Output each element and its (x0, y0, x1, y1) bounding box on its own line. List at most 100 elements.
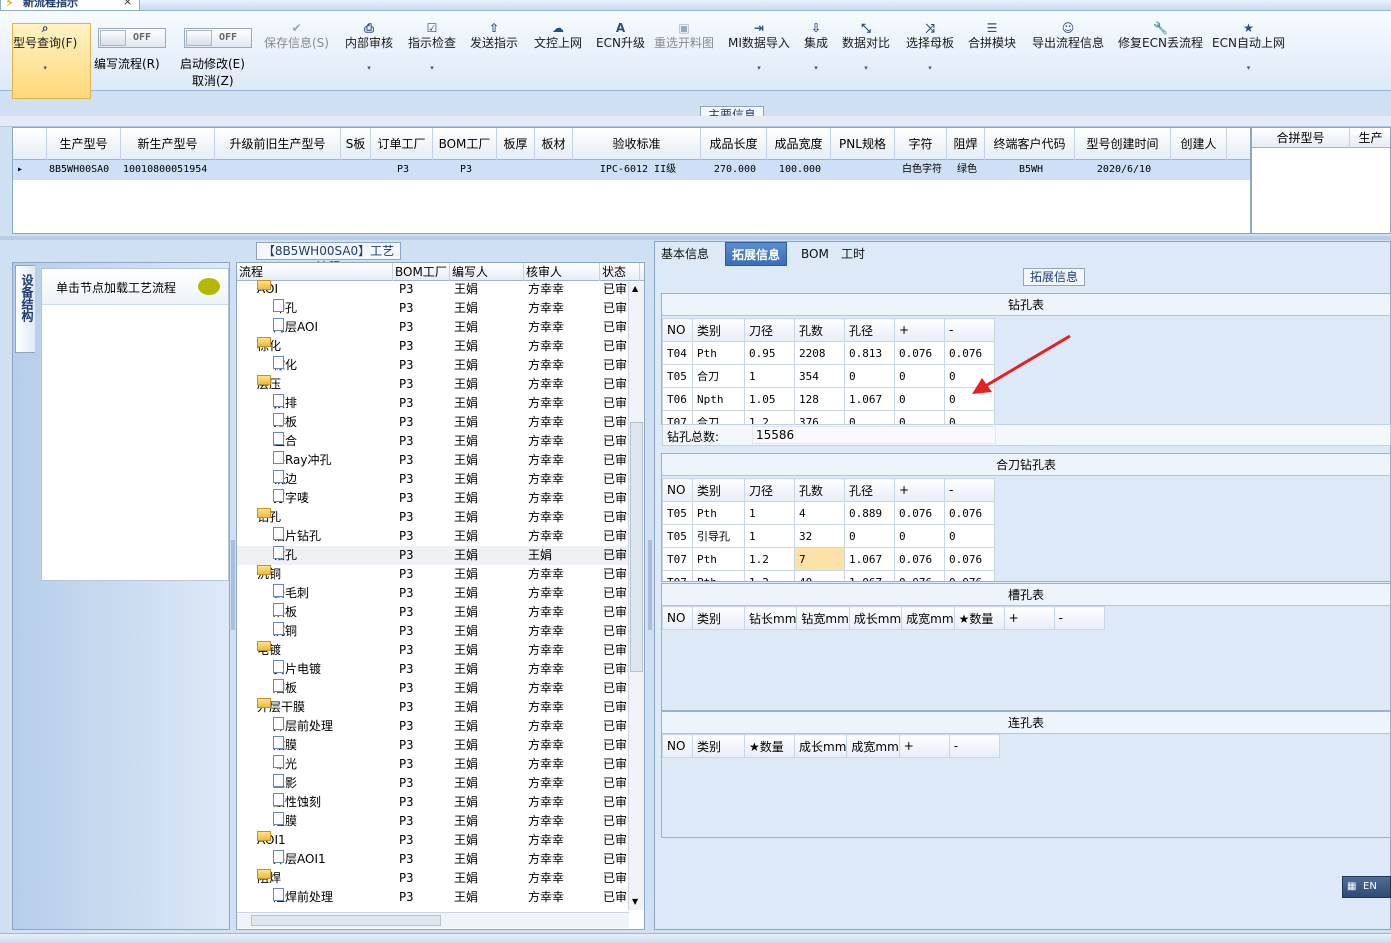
column-header[interactable]: NO (662, 606, 693, 630)
table-cell[interactable]: 0.076 (944, 501, 995, 525)
tree-node[interactable]: −钻孔 (257, 508, 391, 527)
toolbar-button[interactable]: ☑ 指示检查 ▾ (408, 21, 456, 72)
tree-node[interactable]: 外层AOI1 (273, 850, 391, 869)
tree-node[interactable]: −棕化 (257, 337, 391, 356)
table-cell[interactable]: 1.067 (844, 547, 895, 571)
tree-row[interactable]: −层压P3王娟方幸幸已审 (237, 375, 629, 394)
tree-node[interactable]: 烘板 (273, 603, 391, 622)
tree-node[interactable]: 钻孔 (273, 546, 391, 565)
tree-node[interactable]: 排板 (273, 413, 391, 432)
table-row[interactable]: T07 Pth 1.2 40 1.067 0.076 0.076 (662, 570, 995, 581)
table-row[interactable]: ▸ 8B5WH00SA0 10010800051954 P3 P3 IPC-6012 II… (13, 160, 1250, 180)
tree-node[interactable]: 沉铜 (273, 622, 391, 641)
tree-horizontal-scrollbar[interactable] (237, 912, 629, 928)
toolbar-button[interactable]: A ECN升级 (596, 21, 645, 50)
table-row[interactable]: T04 Pth 0.95 2208 0.813 0.076 0.076 (662, 341, 995, 365)
tree-row[interactable]: −沉铜P3王娟方幸幸已审 (237, 565, 629, 584)
tree-node[interactable]: −AOI (257, 280, 391, 299)
tree-row[interactable]: 预排 P3 王娟 方幸幸 已审 (237, 394, 629, 413)
table-cell[interactable]: 0 (844, 410, 895, 424)
tree-row[interactable]: −AOIP3王娟方幸幸已审 (237, 280, 629, 299)
column-header[interactable]: 钻宽mm (796, 606, 850, 630)
tree-column-header[interactable]: BOM工厂 (393, 263, 450, 281)
column-header[interactable]: 类别 (692, 734, 745, 758)
column-header[interactable]: - (1053, 606, 1105, 630)
chevron-down-icon[interactable]: ▾ (728, 64, 790, 72)
left-splitter[interactable] (231, 540, 235, 630)
toggle-knob[interactable] (100, 30, 126, 46)
horizontal-splitter[interactable] (0, 236, 1391, 240)
tree-row[interactable]: 钻孔 P3 王娟 王娟 已审 (237, 546, 629, 565)
table-cell[interactable]: 1 (744, 524, 795, 548)
tree-node[interactable]: 压合 (273, 432, 391, 451)
column-header[interactable]: 成宽mm (846, 734, 900, 758)
table-cell[interactable]: 0.813 (844, 341, 895, 365)
chevron-down-icon[interactable]: ▾ (408, 64, 456, 72)
column-header[interactable]: NO (662, 734, 693, 758)
table-cell[interactable]: 0.076 (944, 547, 995, 571)
tree-node[interactable]: 铣边 (273, 470, 391, 489)
table-cell[interactable]: 376 (794, 410, 845, 424)
tree-node[interactable]: 磨板 (273, 679, 391, 698)
column-header[interactable]: 钻长mm (743, 606, 798, 630)
table-cell[interactable]: 32 (794, 524, 845, 548)
column-header[interactable]: 类别 (692, 478, 745, 502)
table-cell[interactable]: Pth (692, 570, 745, 581)
table-cell[interactable]: T04 (662, 341, 693, 365)
toolbar-button[interactable]: ☺ 导出流程信息 (1032, 21, 1104, 50)
chevron-down-icon[interactable]: ▾ (906, 64, 954, 72)
table-cell[interactable]: 合刀 (692, 410, 745, 424)
chevron-down-icon[interactable]: ▾ (1212, 64, 1285, 72)
table-cell[interactable]: 1 (744, 364, 795, 388)
column-header[interactable]: PNL规格 (831, 128, 895, 160)
column-header[interactable]: 终端客户代码 (985, 128, 1075, 160)
column-header[interactable]: 阻焊 (947, 128, 985, 160)
tree-node[interactable]: −层压 (257, 375, 391, 394)
tree-row[interactable]: 外层AOI1 P3 王娟 方幸幸 已审 (237, 850, 629, 869)
table-cell[interactable]: 0 (894, 387, 945, 411)
table-cell[interactable]: 0.076 (944, 570, 995, 581)
toolbar-button[interactable]: ⌕ 型号查询(F) ▾ (13, 21, 77, 72)
language-bar[interactable]: ▦ EN (1342, 876, 1391, 898)
table-cell[interactable]: 128 (794, 387, 845, 411)
chevron-down-icon[interactable]: ▾ (13, 64, 77, 72)
toggle-switch[interactable]: OFF (184, 28, 252, 48)
tree-row[interactable]: 退膜 P3 王娟 方幸幸 已审 (237, 812, 629, 831)
scroll-thumb[interactable] (630, 422, 643, 672)
table-cell[interactable]: 合刀 (692, 364, 745, 388)
tree-row[interactable]: 排板 P3 王娟 方幸幸 已审 (237, 413, 629, 432)
column-header[interactable]: 成品长度 (701, 128, 767, 160)
column-header[interactable]: 型号创建时间 (1075, 128, 1171, 160)
toolbar-label-secondary[interactable]: 取消(Z) (192, 72, 234, 89)
table-cell[interactable]: 0.95 (744, 341, 795, 365)
table-cell[interactable]: T05 (662, 524, 693, 548)
tree-column-header[interactable]: 流程 (237, 263, 393, 281)
table-cell[interactable]: Pth (692, 501, 745, 525)
chevron-down-icon[interactable]: ▾ (842, 64, 890, 72)
h-scroll-thumb[interactable] (251, 915, 441, 926)
equipment-structure-tab[interactable]: 设备结构 (15, 265, 35, 353)
table-cell[interactable]: 354 (794, 364, 845, 388)
column-header[interactable]: + (894, 318, 945, 342)
table-cell[interactable]: 0.076 (894, 501, 945, 525)
column-header[interactable]: + (894, 478, 945, 502)
close-icon[interactable]: × (123, 0, 132, 8)
tree-row[interactable]: 显影 P3 王娟 方幸幸 已审 (237, 774, 629, 793)
tree-node[interactable]: −外层干膜 (257, 698, 391, 717)
table-cell[interactable]: 1.067 (844, 570, 895, 581)
tree-column-header[interactable]: 编写人 (450, 263, 524, 281)
column-header[interactable]: 刀径 (744, 318, 795, 342)
tree-row[interactable]: X-Ray冲孔 P3 王娟 方幸幸 已审 (237, 451, 629, 470)
column-header[interactable]: + (1003, 606, 1055, 630)
tree-row[interactable]: 铣边 P3 王娟 方幸幸 已审 (237, 470, 629, 489)
tree-row[interactable]: 阻焊前处理 P3 王娟 方幸幸 已审 (237, 888, 629, 907)
table-row[interactable]: T06 Npth 1.05 128 1.067 0 0 (662, 387, 995, 411)
table-cell[interactable]: 40 (794, 570, 845, 581)
column-header[interactable]: 成长mm (793, 734, 848, 758)
document-tab[interactable]: ⚡ 新流程指示 × (0, 0, 140, 11)
tree-column-header[interactable]: 状态 (600, 263, 640, 281)
tab-0[interactable]: 基本信息 (655, 242, 715, 266)
tree-vertical-scrollbar[interactable]: ▲ ▼ (628, 282, 644, 910)
column-header[interactable]: BOM工厂 (433, 128, 497, 160)
column-header[interactable]: 孔径 (844, 318, 895, 342)
